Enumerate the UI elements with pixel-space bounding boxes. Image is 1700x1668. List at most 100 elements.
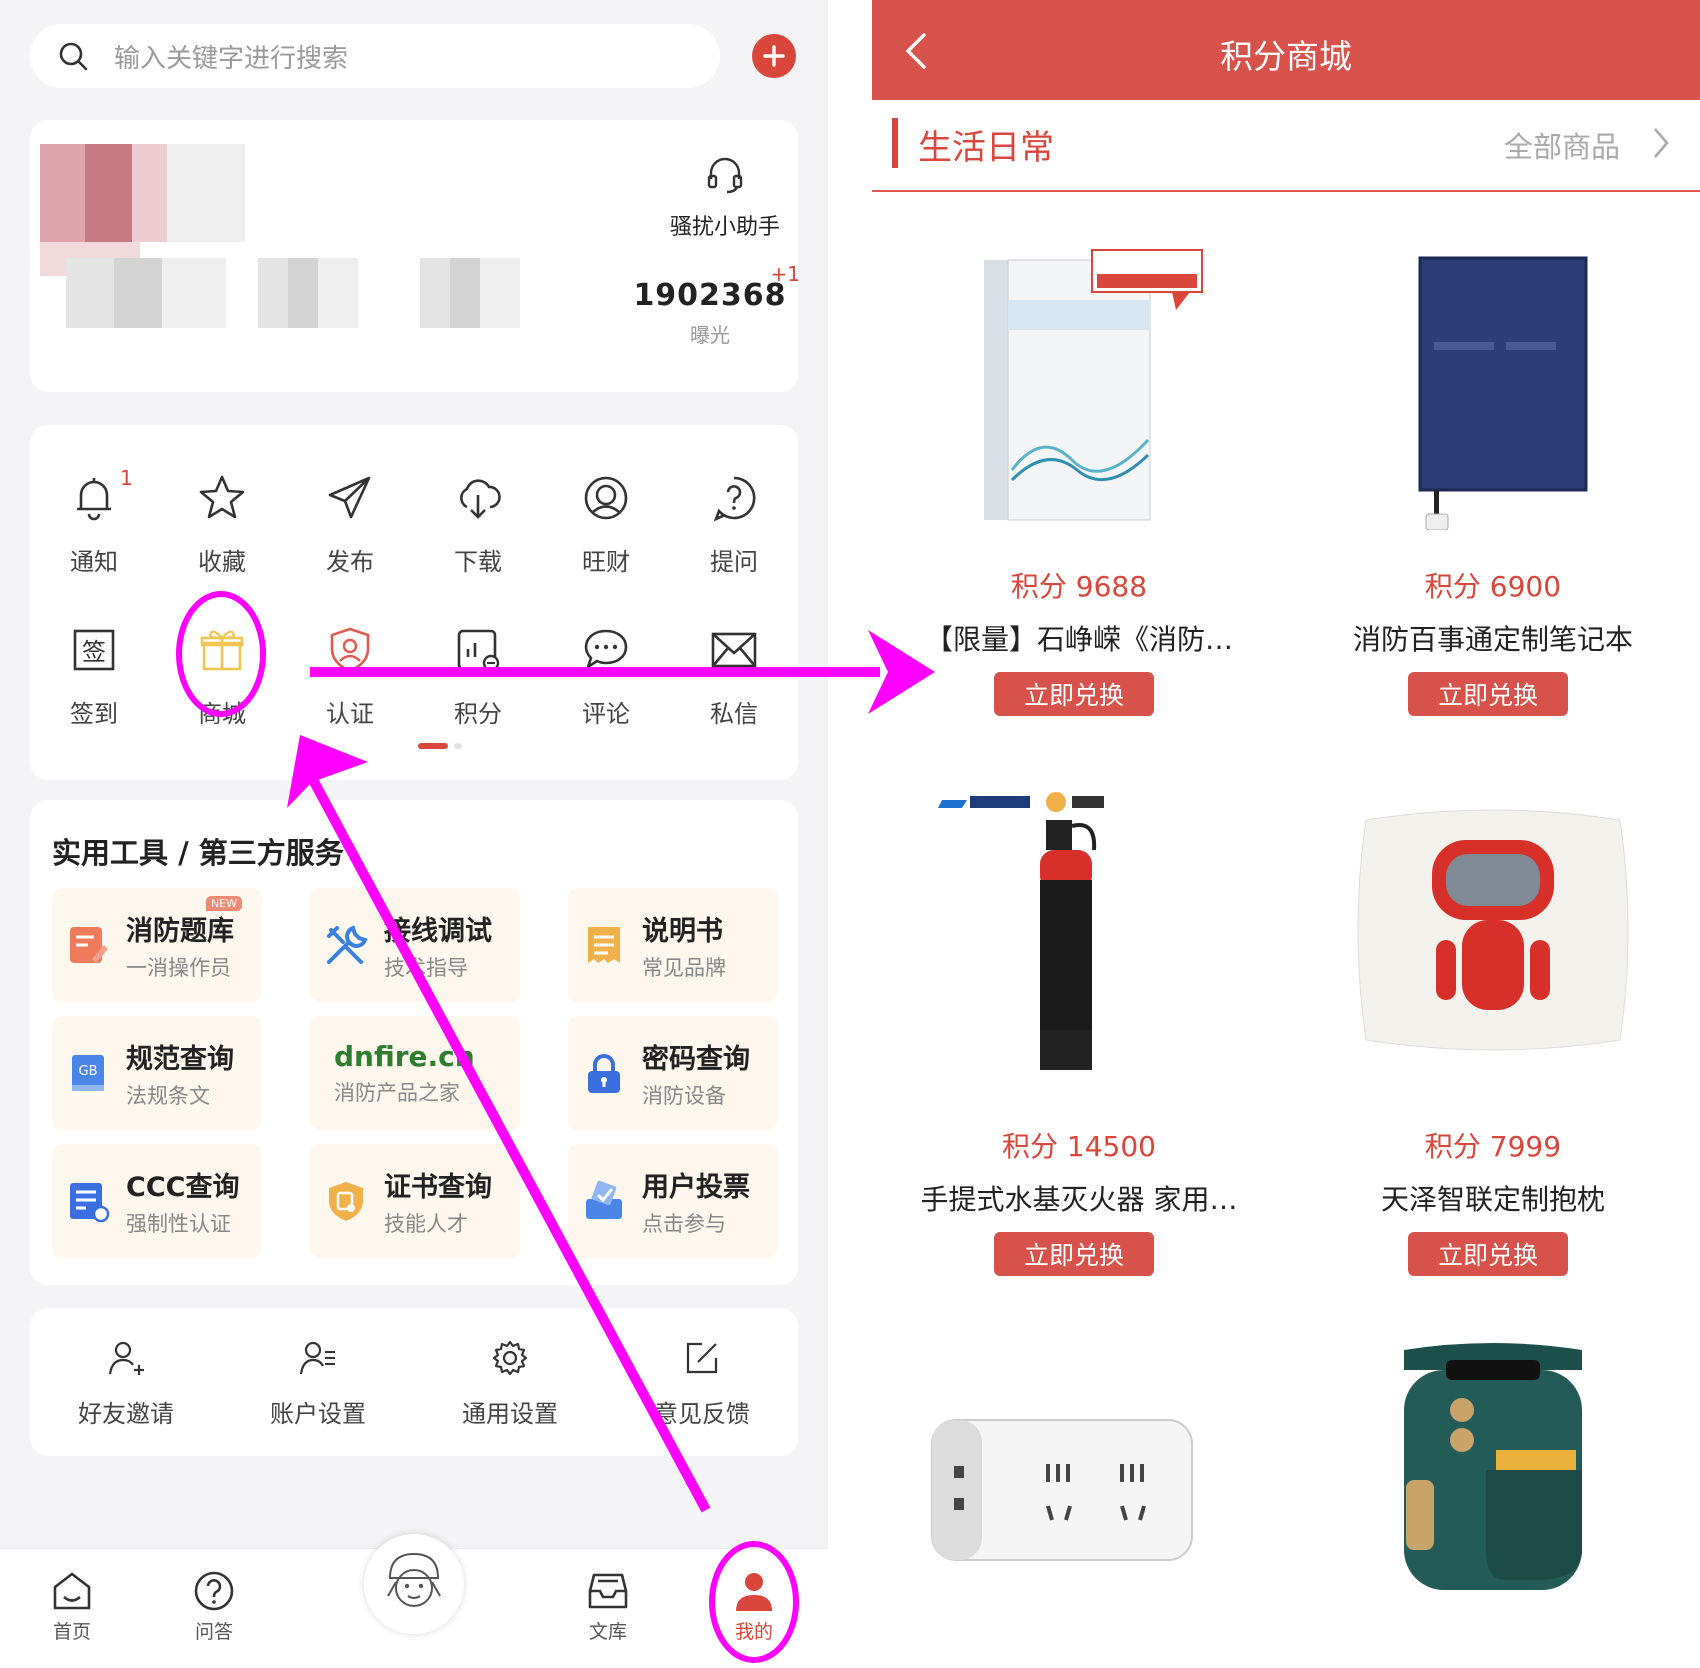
tool-sub: 消防产品之家 — [334, 1080, 460, 1105]
tab-qa[interactable]: 问答 — [164, 1569, 264, 1644]
points-mall-screen: 积分商城 生活日常 全部商品 积分 9688 【限量】石峥嵘《消防… 立即兑换 — [872, 0, 1700, 1668]
tool-title: CCC查询 — [126, 1171, 240, 1203]
tool-password[interactable]: 密码查询 消防设备 — [568, 1016, 778, 1130]
product-card[interactable] — [872, 1330, 1286, 1668]
chevron-right-icon[interactable] — [1652, 126, 1670, 164]
page-title: 积分商城 — [1220, 37, 1352, 76]
tool-title: 用户投票 — [642, 1171, 750, 1203]
tool-quiz[interactable]: NEW 消防题库 一消操作员 — [52, 888, 262, 1002]
tools-title: 实用工具 / 第三方服务 — [52, 836, 344, 870]
func-label: 旺财 — [582, 548, 630, 576]
product-card[interactable]: 积分 6900 消防百事通定制笔记本 立即兑换 — [1286, 210, 1700, 730]
tool-title: 证书查询 — [384, 1171, 492, 1203]
tool-vote[interactable]: 用户投票 点击参与 — [568, 1144, 778, 1258]
mascot-button[interactable] — [364, 1534, 464, 1634]
func-label: 收藏 — [198, 548, 246, 576]
new-badge: NEW — [205, 896, 242, 911]
tool-title: 密码查询 — [642, 1043, 750, 1075]
tool-sub: 一消操作员 — [126, 955, 231, 980]
redeem-button[interactable]: 立即兑换 — [994, 672, 1154, 716]
tool-sub: 消防设备 — [642, 1083, 726, 1108]
notify-badge: 1 — [120, 466, 133, 490]
notebook-image — [1418, 256, 1588, 530]
settings-label: 好友邀请 — [78, 1400, 174, 1428]
func-message[interactable]: 私信 — [670, 622, 798, 729]
add-button[interactable] — [752, 34, 796, 78]
stat-blurred-1 — [66, 258, 226, 328]
category-header: 生活日常 全部商品 — [872, 100, 1700, 192]
func-favorite[interactable]: 收藏 — [158, 470, 286, 577]
redeem-button[interactable]: 立即兑换 — [1408, 1232, 1568, 1276]
func-wangcai[interactable]: 旺财 — [542, 470, 670, 577]
func-signin[interactable]: 签 签到 — [30, 622, 158, 729]
robot-pillow-image — [1357, 809, 1629, 1051]
func-label: 认证 — [326, 700, 374, 728]
func-publish[interactable]: 发布 — [286, 470, 414, 577]
func-certify[interactable]: 认证 — [286, 622, 414, 729]
tab-mine[interactable]: 我的 — [704, 1569, 804, 1644]
tool-ccc[interactable]: CCC查询 强制性认证 — [52, 1144, 262, 1258]
feedback[interactable]: 意见反馈 — [606, 1338, 798, 1429]
settings-panel: 好友邀请 账户设置 通用设置 意见反馈 — [30, 1308, 798, 1456]
tab-library[interactable]: 文库 — [558, 1569, 658, 1644]
func-label: 积分 — [454, 700, 502, 728]
tool-sub: 法规条文 — [126, 1083, 210, 1108]
profile-screen: 输入关键字进行搜索 骚扰小助手 +1 1902368 曝光 1 通知 收藏 发布… — [0, 0, 828, 1668]
points-chart-icon — [450, 622, 506, 678]
product-price: 积分 6900 — [1424, 570, 1562, 603]
harass-assistant[interactable]: 骚扰小助手 — [630, 155, 820, 241]
tool-certificate[interactable]: 证书查询 技能人才 — [310, 1144, 520, 1258]
tab-label: 问答 — [194, 1621, 233, 1643]
func-notify[interactable]: 1 通知 — [30, 466, 158, 577]
exposure-stat[interactable]: +1 1902368 曝光 — [620, 262, 800, 348]
product-card[interactable]: 积分 9688 【限量】石峥嵘《消防… 立即兑换 — [872, 210, 1286, 730]
product-price: 积分 9688 — [1010, 570, 1148, 603]
tool-title: 说明书 — [642, 915, 723, 947]
assistant-label: 骚扰小助手 — [669, 215, 780, 240]
account-settings[interactable]: 账户设置 — [222, 1338, 414, 1429]
func-comment[interactable]: 评论 — [542, 622, 670, 729]
badge-shield-icon — [322, 1177, 370, 1225]
bell-icon — [66, 470, 122, 526]
tab-home[interactable]: 首页 — [22, 1569, 122, 1644]
manual-icon — [580, 921, 628, 969]
user-icon — [736, 1573, 772, 1611]
tool-sub: 点击参与 — [642, 1211, 726, 1236]
product-price: 积分 14500 — [1002, 1130, 1156, 1163]
product-name: 【限量】石峥嵘《消防… — [924, 623, 1233, 656]
func-ask[interactable]: 提问 — [670, 470, 798, 577]
tool-sub: 技能人才 — [384, 1211, 468, 1236]
func-points[interactable]: 积分 — [414, 622, 542, 729]
settings-label: 通用设置 — [462, 1400, 558, 1428]
product-card[interactable]: 积分 7999 天泽智联定制抱枕 立即兑换 — [1286, 770, 1700, 1290]
avatar-blurred[interactable] — [40, 144, 245, 242]
redeem-button[interactable]: 立即兑换 — [1408, 672, 1568, 716]
product-card[interactable] — [1286, 1330, 1700, 1668]
product-card[interactable]: 积分 14500 手提式水基灭火器 家用… 立即兑换 — [872, 770, 1286, 1290]
svg-text:签: 签 — [82, 638, 106, 666]
tool-standard[interactable]: GB 规范查询 法规条文 — [52, 1016, 262, 1130]
general-settings[interactable]: 通用设置 — [414, 1338, 606, 1429]
stat-blurred-2 — [258, 258, 358, 328]
search-bar[interactable]: 输入关键字进行搜索 — [30, 24, 720, 88]
search-icon — [59, 42, 88, 71]
svg-text:GB: GB — [79, 1064, 98, 1079]
func-download[interactable]: 下载 — [414, 470, 542, 577]
tool-dnfire[interactable]: dnfire.cn 消防产品之家 — [310, 1016, 520, 1130]
all-products-link[interactable]: 全部商品 — [1504, 124, 1620, 166]
tool-manual[interactable]: 说明书 常见品牌 — [568, 888, 778, 1002]
func-mall[interactable]: 商城 — [158, 622, 286, 729]
redeem-button[interactable]: 立即兑换 — [994, 1232, 1154, 1276]
air-fryer-image — [1404, 1343, 1582, 1590]
tool-wiring[interactable]: 接线调试 技术指导 — [310, 888, 520, 1002]
profile-card: 骚扰小助手 +1 1902368 曝光 — [30, 120, 800, 392]
headset-icon — [707, 157, 743, 194]
product-name: 天泽智联定制抱枕 — [1380, 1183, 1605, 1216]
envelope-icon — [706, 622, 762, 678]
mall-header: 积分商城 — [872, 0, 1700, 100]
invite-friends[interactable]: 好友邀请 — [30, 1338, 222, 1429]
gb-book-icon: GB — [64, 1049, 112, 1097]
firefighter-mascot-icon — [387, 1552, 441, 1607]
plus-icon — [763, 45, 785, 67]
cloud-download-icon — [450, 470, 506, 526]
